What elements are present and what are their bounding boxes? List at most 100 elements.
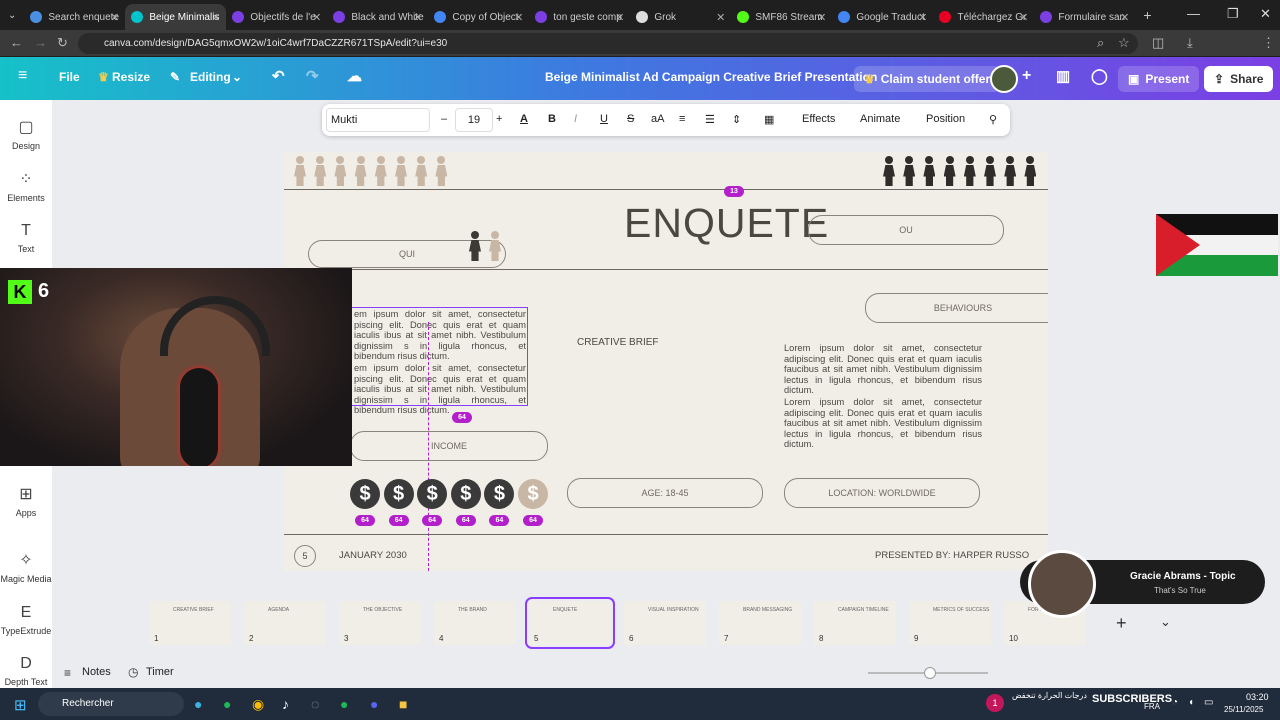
element-badge-13[interactable]: 13 xyxy=(724,186,744,197)
clock-date[interactable]: 25/11/2025 xyxy=(1224,705,1263,714)
paint-format-icon[interactable]: ⚲ xyxy=(989,113,997,126)
insights-icon[interactable]: ▥ xyxy=(1056,67,1070,85)
footer-presenter[interactable]: PRESENTED BY: HARPER RUSSO xyxy=(875,550,1029,561)
spotify-icon[interactable]: ● xyxy=(223,696,231,712)
creative-brief-label[interactable]: CREATIVE BRIEF xyxy=(577,337,659,348)
tab-search-icon[interactable]: ⌄ xyxy=(8,10,16,21)
undo-icon[interactable]: ↶ xyxy=(272,67,285,85)
strikethrough-icon[interactable]: S xyxy=(627,113,634,125)
tiktok-icon[interactable]: ♪ xyxy=(282,696,289,712)
element-badge-64[interactable]: 64 xyxy=(355,515,375,526)
zoom-slider-thumb[interactable] xyxy=(924,667,936,679)
restore-icon[interactable]: ❐ xyxy=(1227,6,1239,22)
resize-button[interactable]: Resize xyxy=(112,70,150,84)
transparency-icon[interactable]: ▦ xyxy=(764,113,774,126)
page-thumbnail[interactable]: BRAND MESSAGING 7 xyxy=(719,601,801,645)
claim-student-offer-button[interactable]: ♛ Claim student offer xyxy=(854,66,1001,92)
zoom-icon[interactable]: ⌕ xyxy=(1097,35,1104,51)
align-icon[interactable]: ≡ xyxy=(679,113,685,125)
tab-close-icon[interactable]: ✕ xyxy=(1120,11,1129,24)
present-button[interactable]: ▣ Present xyxy=(1118,66,1200,92)
menu-dots-icon[interactable]: ⋮ xyxy=(1262,35,1275,51)
extensions-icon[interactable]: ◫ xyxy=(1152,35,1164,51)
notification-badge[interactable]: 1 xyxy=(986,694,1004,712)
download-icon[interactable]: ⤓ xyxy=(1187,35,1193,51)
folder-icon[interactable]: ■ xyxy=(399,696,407,712)
bookmark-star-icon[interactable]: ☆ xyxy=(1118,35,1130,51)
element-badge-64[interactable]: 64 xyxy=(523,515,543,526)
discord-icon[interactable]: ● xyxy=(370,696,378,712)
browser-tab[interactable]: ton geste comp ✕ xyxy=(529,4,630,30)
file-menu[interactable]: File xyxy=(59,70,80,84)
animate-button[interactable]: Animate xyxy=(860,113,900,125)
bold-icon[interactable]: B xyxy=(548,113,556,125)
dollar-coin-icon[interactable]: $ xyxy=(417,479,448,509)
chevron-down-icon[interactable]: ⌄ xyxy=(232,70,242,84)
url-field[interactable]: canva.com/design/DAG5qmxOW2w/1oiC4wrf7Da… xyxy=(78,33,1138,54)
position-button[interactable]: Position xyxy=(926,113,965,125)
tab-close-icon[interactable]: ✕ xyxy=(918,11,927,24)
sidebar-item[interactable]: D Depth Text xyxy=(0,655,52,687)
sidebar-item[interactable]: T Text xyxy=(0,222,52,254)
wifi-icon[interactable]: ◔ xyxy=(1172,697,1178,708)
tab-close-icon[interactable]: ✕ xyxy=(817,11,826,24)
lorem-left-2[interactable]: em ipsum dolor sit amet, consectetur pis… xyxy=(354,363,526,416)
avatar[interactable] xyxy=(990,65,1018,93)
edge-icon[interactable]: ● xyxy=(194,696,202,712)
letter-case-button[interactable]: aA xyxy=(651,113,664,125)
cloud-saved-icon[interactable]: ☁ xyxy=(347,67,362,85)
share-button[interactable]: ⇪ Share xyxy=(1204,66,1274,92)
tab-close-icon[interactable]: ✕ xyxy=(1019,11,1028,24)
income-box[interactable]: INCOME xyxy=(350,431,548,461)
lorem-right-1[interactable]: Lorem ipsum dolor sit amet, consectetur … xyxy=(784,343,982,396)
element-badge-64[interactable]: 64 xyxy=(422,515,443,526)
tab-close-icon[interactable]: ✕ xyxy=(110,11,119,24)
battery-icon[interactable]: ▭ xyxy=(1204,697,1213,708)
browser-tab[interactable]: Black and White ✕ xyxy=(327,4,428,30)
tab-close-icon[interactable]: ✕ xyxy=(615,11,624,24)
sidebar-item[interactable]: ⁘ Elements xyxy=(0,169,52,203)
browser-tab[interactable]: Search enquete ✕ xyxy=(24,4,125,30)
browser-tab[interactable]: Téléchargez Gr ✕ xyxy=(933,4,1034,30)
dollar-coin-icon[interactable]: $ xyxy=(350,479,380,509)
ou-box[interactable]: OU xyxy=(808,215,1004,245)
browser-tab[interactable]: Grok ✕ xyxy=(630,4,731,30)
footer-date[interactable]: JANUARY 2030 xyxy=(339,550,407,561)
tab-close-icon[interactable]: ✕ xyxy=(716,11,725,24)
dollar-coin-icon[interactable]: $ xyxy=(383,479,414,509)
dollar-coin-icon[interactable]: $ xyxy=(450,479,481,509)
page-thumbnail[interactable]: AGENDA 2 xyxy=(244,601,326,645)
taskbar-search[interactable]: Rechercher xyxy=(38,692,184,716)
element-badge-64[interactable]: 64 xyxy=(455,515,476,526)
text-color-icon[interactable]: A xyxy=(520,113,528,125)
hamburger-icon[interactable]: ≡ xyxy=(18,67,27,85)
design-title[interactable]: Beige Minimalist Ad Campaign Creative Br… xyxy=(545,70,877,84)
location-box[interactable]: LOCATION: WORLDWIDE xyxy=(784,478,980,508)
chrome-icon[interactable]: ◉ xyxy=(252,696,264,713)
font-size-increase[interactable]: + xyxy=(496,113,502,125)
editing-mode-button[interactable]: Editing xyxy=(190,70,231,84)
notes-icon[interactable]: ≡ xyxy=(64,666,71,680)
page-thumbnail[interactable]: THE OBJECTIVE 3 xyxy=(339,601,421,645)
font-size-input[interactable]: 19 xyxy=(455,108,493,132)
element-badge-64[interactable]: 64 xyxy=(388,515,409,526)
browser-tab[interactable]: Beige Minimalis ✕ xyxy=(125,4,227,30)
language-indicator[interactable]: FRA xyxy=(1144,702,1160,711)
sidebar-item[interactable]: E TypeExtrude xyxy=(0,604,52,636)
app-icon[interactable]: ◌ xyxy=(311,696,319,712)
comments-icon[interactable]: ◯ xyxy=(1091,67,1108,85)
dollar-coin-icon[interactable]: $ xyxy=(484,479,515,509)
element-badge-64[interactable]: 64 xyxy=(452,412,472,423)
font-family-select[interactable]: Mukti xyxy=(326,108,430,132)
effects-button[interactable]: Effects xyxy=(802,113,835,125)
sidebar-item[interactable]: ▢ Design xyxy=(0,117,52,151)
add-collaborator-icon[interactable]: + xyxy=(1022,67,1031,85)
back-icon[interactable]: ← xyxy=(10,35,23,50)
volume-icon[interactable]: ◖ xyxy=(1188,697,1194,708)
redo-icon[interactable]: ↷ xyxy=(306,67,319,85)
browser-tab[interactable]: Formulaire san ✕ xyxy=(1034,4,1135,30)
sidebar-item[interactable]: ✧ Magic Media xyxy=(0,550,52,584)
windows-start-icon[interactable]: ⊞ xyxy=(14,696,27,714)
new-tab-button[interactable]: + xyxy=(1143,7,1151,23)
sidebar-item[interactable]: ⊞ Apps xyxy=(0,484,52,518)
